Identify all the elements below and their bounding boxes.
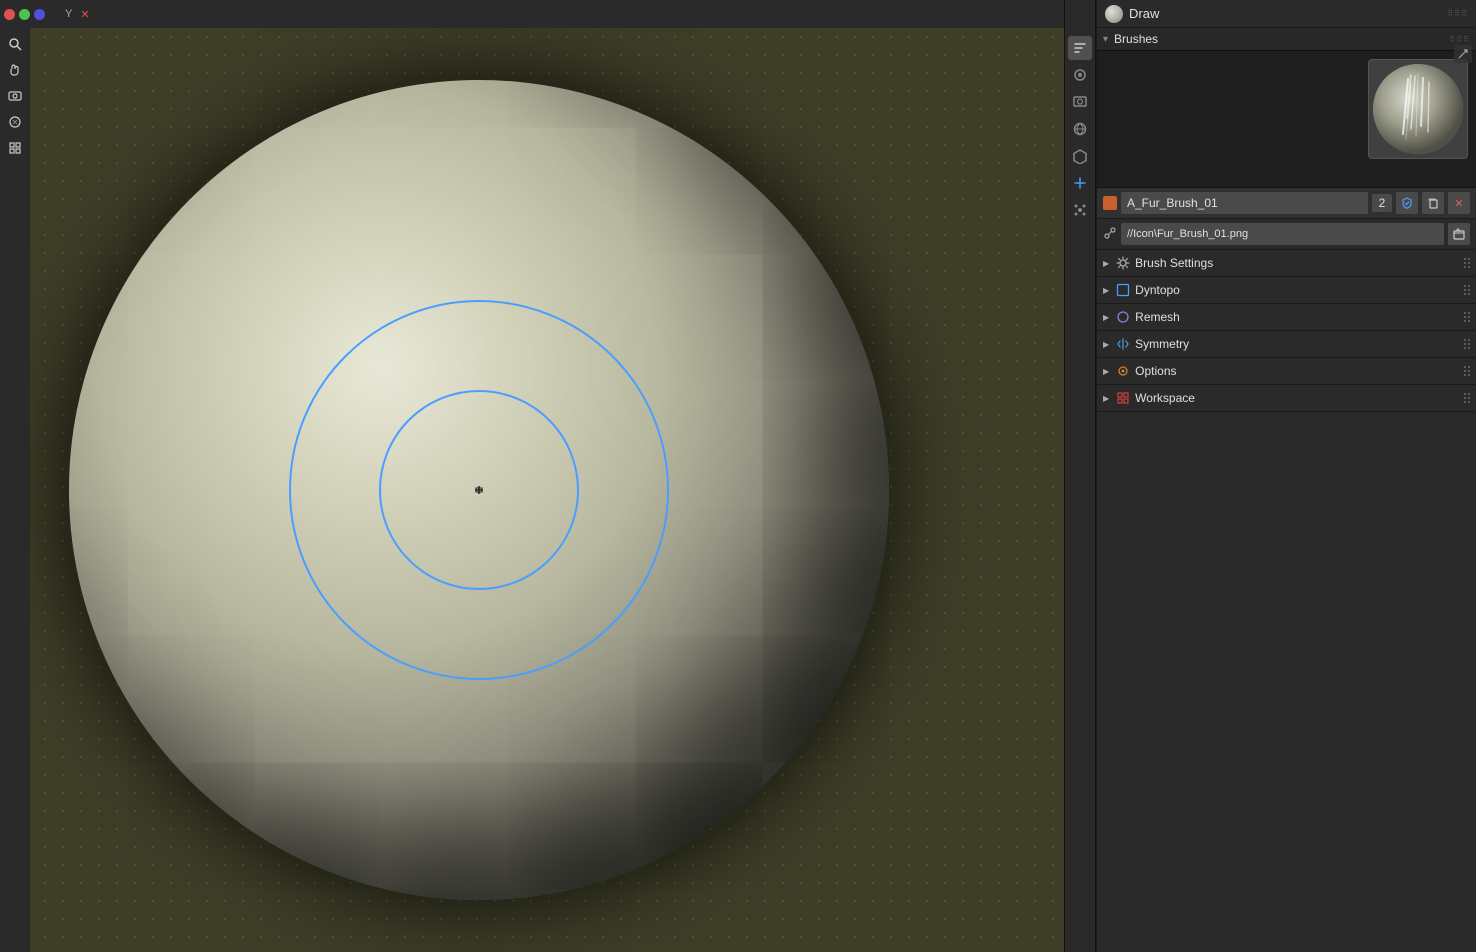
symmetry-grip (1464, 339, 1470, 349)
options-section: ▶ Options (1097, 358, 1476, 385)
brush-thumbnail[interactable] (1368, 59, 1468, 159)
options-icon (1115, 363, 1131, 379)
brushes-section: ▾ Brushes ⠿⠿⠿ (1097, 28, 1476, 250)
object-props-icon[interactable] (1068, 144, 1092, 168)
main-layout: Y ✕ (0, 0, 1476, 952)
symmetry-label: Symmetry (1135, 337, 1460, 351)
path-row (1097, 219, 1476, 250)
mode-label: Y (65, 8, 72, 20)
remesh-icon (1115, 309, 1131, 325)
workspace-row[interactable]: ▶ Workspace (1097, 385, 1476, 411)
scene-props-icon[interactable] (1068, 63, 1092, 87)
brush-settings-row[interactable]: ▶ Brush Settings (1097, 250, 1476, 276)
dyntopo-section: ▶ Dyntopo (1097, 277, 1476, 304)
remesh-section: ▶ Remesh (1097, 304, 1476, 331)
dyntopo-row[interactable]: ▶ Dyntopo (1097, 277, 1476, 303)
sculpt-tool-btn[interactable] (3, 110, 27, 134)
panel-header: Draw ⠿⠿⠿ (1097, 0, 1476, 28)
grid-tool-btn[interactable] (3, 136, 27, 160)
blue-dot (34, 9, 45, 20)
viewport-area: Y ✕ (0, 0, 1064, 952)
panel-grip-right: ⠿⠿⠿ (1447, 9, 1468, 18)
brush-shield-btn[interactable] (1396, 192, 1418, 214)
remesh-label: Remesh (1135, 310, 1460, 324)
render-props-icon[interactable] (1068, 90, 1092, 114)
brushes-grip: ⠿⠿⠿ (1449, 35, 1470, 44)
brush-settings-icon (1115, 255, 1131, 271)
right-panel: Draw ⠿⠿⠿ ▾ Brushes ⠿⠿⠿ (1096, 0, 1476, 952)
brushes-header: ▾ Brushes ⠿⠿⠿ (1097, 28, 1476, 51)
path-browse-btn[interactable] (1448, 223, 1470, 245)
options-label: Options (1135, 364, 1460, 378)
brush-preview-area (1097, 51, 1476, 188)
workspace-arrow: ▶ (1103, 394, 1109, 403)
remesh-grip (1464, 312, 1470, 322)
symmetry-arrow: ▶ (1103, 340, 1109, 349)
brush-settings-grip (1464, 258, 1470, 268)
path-icon (1103, 226, 1117, 243)
dyntopo-arrow: ▶ (1103, 286, 1109, 295)
options-row[interactable]: ▶ Options (1097, 358, 1476, 384)
brush-settings-arrow: ▶ (1103, 259, 1109, 268)
options-grip (1464, 366, 1470, 376)
dyntopo-icon-el (1115, 282, 1131, 298)
panel-title: Draw (1129, 6, 1159, 21)
brushes-collapse-arrow[interactable]: ▾ (1103, 34, 1108, 45)
workspace-section: ▶ Workspace (1097, 385, 1476, 412)
camera-tool-btn[interactable] (3, 84, 27, 108)
brush-copy-btn[interactable] (1422, 192, 1444, 214)
options-arrow: ▶ (1103, 367, 1109, 376)
brush-thumb-section (1368, 59, 1468, 179)
properties-icon[interactable] (1068, 36, 1092, 60)
workspace-icon (1115, 390, 1131, 406)
remesh-arrow: ▶ (1103, 313, 1109, 322)
draw-brush-icon (1105, 5, 1123, 23)
brush-grid-area[interactable] (1105, 59, 1360, 179)
brush-name-row: 2 ✕ (1097, 188, 1476, 219)
workspace-grip (1464, 393, 1470, 403)
modifier-icon[interactable] (1068, 171, 1092, 195)
brush-color-swatch[interactable] (1103, 196, 1117, 210)
right-side: Draw ⠿⠿⠿ ▾ Brushes ⠿⠿⠿ (1064, 0, 1476, 952)
world-props-icon[interactable] (1068, 117, 1092, 141)
grab-tool-btn[interactable] (3, 58, 27, 82)
brush-path-input[interactable] (1121, 223, 1444, 245)
symmetry-icon (1115, 336, 1131, 352)
brush-settings-label: Brush Settings (1135, 256, 1460, 270)
green-dot (19, 9, 30, 20)
brush-expand-btn[interactable] (1454, 45, 1472, 63)
brush-count: 2 (1372, 194, 1392, 212)
brush-thumb-image (1373, 64, 1463, 154)
narrow-toolbar (1064, 0, 1096, 952)
brushes-label: Brushes (1114, 32, 1445, 46)
brush-delete-btn[interactable]: ✕ (1448, 192, 1470, 214)
dyntopo-label: Dyntopo (1135, 283, 1460, 297)
left-toolbar (0, 28, 30, 952)
symmetry-row[interactable]: ▶ Symmetry (1097, 331, 1476, 357)
particles-icon[interactable] (1068, 198, 1092, 222)
red-dot (4, 9, 15, 20)
search-tool-btn[interactable] (3, 32, 27, 56)
dyntopo-grip (1464, 285, 1470, 295)
brush-settings-section: ▶ Brush Settings (1097, 250, 1476, 277)
remesh-row[interactable]: ▶ Remesh (1097, 304, 1476, 330)
symmetry-section: ▶ Symmetry (1097, 331, 1476, 358)
top-bar: Y ✕ (0, 0, 1064, 28)
workspace-label: Workspace (1135, 391, 1460, 405)
brush-name-input[interactable] (1121, 192, 1368, 214)
brush-crosshair (470, 481, 488, 499)
x-indicator: ✕ (80, 8, 89, 21)
